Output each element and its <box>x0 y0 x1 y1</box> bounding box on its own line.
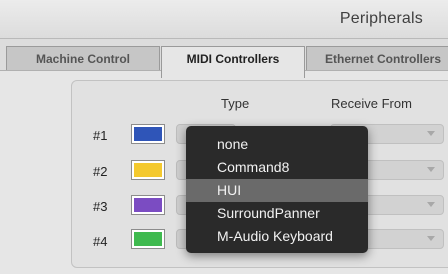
swatch-fill <box>134 127 162 141</box>
chevron-down-icon <box>427 131 435 136</box>
row-label: #1 <box>93 128 108 143</box>
type-dropdown-menu: none Command8 HUI SurroundPanner M-Audio… <box>186 126 368 253</box>
chevron-down-icon <box>427 167 435 172</box>
color-swatch[interactable] <box>131 229 165 249</box>
color-swatch[interactable] <box>131 160 165 180</box>
swatch-fill <box>134 163 162 177</box>
window-title: Peripherals <box>339 10 423 27</box>
menu-item-command8[interactable]: Command8 <box>186 156 368 179</box>
color-swatch[interactable] <box>131 124 165 144</box>
swatch-fill <box>134 232 162 246</box>
menu-item-none[interactable]: none <box>186 133 368 156</box>
chevron-down-icon <box>427 202 435 207</box>
title-bar[interactable]: Peripherals <box>0 0 448 39</box>
color-swatch[interactable] <box>131 195 165 215</box>
column-header-type: Type <box>221 96 250 111</box>
chevron-down-icon <box>427 236 435 241</box>
tab-ethernet-controllers[interactable]: Ethernet Controllers <box>306 46 448 72</box>
swatch-fill <box>134 198 162 212</box>
column-header-receive-from: Receive From <box>331 96 412 111</box>
peripherals-window: Peripherals Machine Control Ethernet Con… <box>0 0 448 274</box>
row-label: #2 <box>93 164 108 179</box>
menu-item-hui[interactable]: HUI <box>186 179 368 202</box>
menu-item-m-audio-keyboard[interactable]: M-Audio Keyboard <box>186 225 368 248</box>
row-label: #4 <box>93 234 108 249</box>
tab-machine-control[interactable]: Machine Control <box>6 46 160 72</box>
tab-midi-controllers[interactable]: MIDI Controllers <box>161 46 305 78</box>
menu-item-surroundpanner[interactable]: SurroundPanner <box>186 202 368 225</box>
row-label: #3 <box>93 199 108 214</box>
